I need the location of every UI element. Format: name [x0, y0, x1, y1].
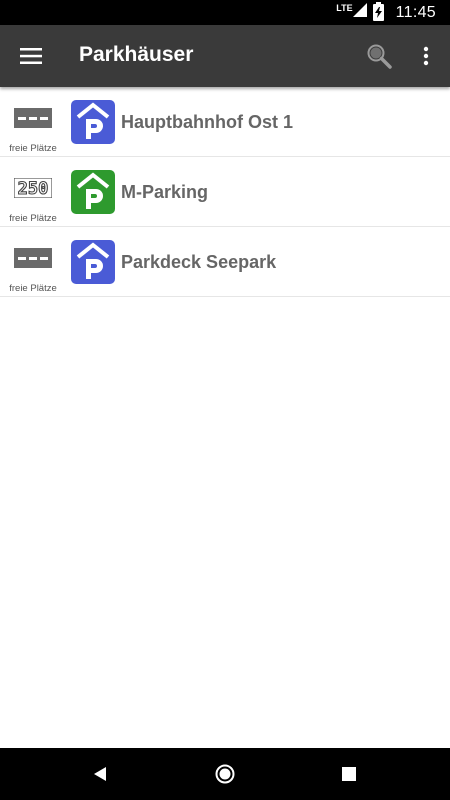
- free-spaces-count: 250: [18, 179, 49, 198]
- status-icons: LTE 11:45: [336, 0, 436, 25]
- free-spaces-indicator: freie Plätze: [8, 105, 58, 155]
- free-spaces-indicator: freie Plätze: [8, 245, 58, 295]
- search-icon: [367, 44, 392, 69]
- free-spaces-label: freie Plätze: [9, 143, 57, 154]
- navigation-bar: [0, 748, 450, 800]
- more-vert-icon: [423, 46, 429, 66]
- home-button[interactable]: [209, 758, 241, 790]
- page-title: Parkhäuser: [79, 43, 194, 66]
- network-type: LTE: [336, 3, 353, 13]
- parking-list: freie Plätze Hauptbahnhof Ost 1 250 frei…: [0, 87, 450, 297]
- parking-name: Parkdeck Seepark: [121, 252, 277, 272]
- overflow-menu-button[interactable]: [410, 37, 442, 75]
- free-spaces-indicator: 250 freie Plätze: [8, 175, 58, 225]
- free-spaces-display: [14, 248, 52, 268]
- parking-logo: [71, 100, 115, 144]
- parking-name: M-Parking: [121, 182, 209, 202]
- home-icon: [215, 764, 235, 784]
- menu-icon: [20, 48, 42, 64]
- back-icon: [94, 767, 106, 781]
- app-bar: Parkhäuser: [0, 25, 450, 87]
- search-button[interactable]: [360, 37, 398, 75]
- free-spaces-label: freie Plätze: [9, 283, 57, 294]
- menu-button[interactable]: [12, 37, 50, 75]
- list-item[interactable]: freie Plätze Hauptbahnhof Ost 1: [0, 87, 450, 157]
- free-spaces-label: freie Plätze: [9, 213, 57, 224]
- list-item[interactable]: 250 freie Plätze M-Parking: [0, 157, 450, 227]
- free-spaces-display: 250: [14, 178, 52, 198]
- parking-logo: [71, 240, 115, 284]
- clock: 11:45: [395, 3, 436, 21]
- status-bar: LTE 11:45: [0, 0, 450, 25]
- recents-button[interactable]: [333, 758, 365, 790]
- recents-icon: [342, 767, 356, 781]
- free-spaces-display: [14, 108, 52, 128]
- back-button[interactable]: [84, 758, 116, 790]
- parking-name: Hauptbahnhof Ost 1: [121, 112, 293, 132]
- signal-icon: [352, 3, 367, 22]
- battery-charging-icon: [372, 2, 384, 21]
- parking-logo: [71, 170, 115, 214]
- list-item[interactable]: freie Plätze Parkdeck Seepark: [0, 227, 450, 297]
